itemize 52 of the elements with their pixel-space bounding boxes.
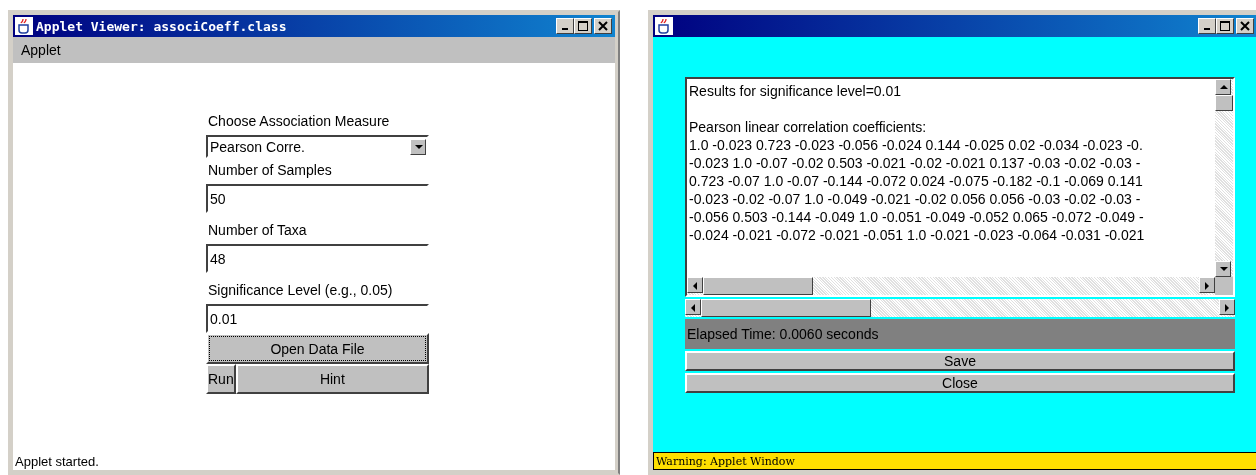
window-title: Applet Viewer: associCoeff.class <box>36 18 288 34</box>
maximize-icon <box>578 21 588 31</box>
result-line: -0.024 -0.021 -0.072 -0.021 -0.051 1.0 -0.021 -0.023 -0.064 -0.031 -0.021 <box>689 226 1146 244</box>
minimize-button[interactable] <box>1198 18 1216 34</box>
maximize-button[interactable] <box>1216 18 1234 34</box>
menu-item[interactable]: Applet <box>21 42 61 58</box>
input-field[interactable]: 48 <box>206 244 429 273</box>
close-icon <box>598 21 608 31</box>
maximize-button[interactable] <box>574 18 592 34</box>
java-cup-icon <box>655 17 673 35</box>
hint-button[interactable]: Hint <box>235 364 429 394</box>
maximize-icon <box>1220 21 1230 31</box>
minimize-button[interactable] <box>556 18 574 34</box>
close-button[interactable] <box>594 18 612 34</box>
vertical-scrollbar[interactable] <box>1215 79 1233 277</box>
horizontal-scrollbar[interactable] <box>685 299 1235 317</box>
run-button[interactable]: Run <box>206 364 236 394</box>
warning-bar: Warning: Applet Window <box>653 452 1256 470</box>
close-button[interactable] <box>1236 18 1254 34</box>
scroll-left-icon[interactable] <box>687 277 703 293</box>
close-button[interactable]: Close <box>685 373 1235 393</box>
status-text: Applet started. <box>14 454 100 469</box>
measure-dropdown[interactable]: Pearson Corre. <box>206 135 429 158</box>
java-cup-icon <box>15 17 33 35</box>
scroll-right-icon[interactable] <box>1199 277 1215 293</box>
scroll-up-icon[interactable] <box>1215 79 1231 95</box>
field-label: Number of Taxa <box>207 221 308 240</box>
elapsed-time: Elapsed Time: 0.0060 seconds <box>685 319 1235 349</box>
result-line: 1.0 -0.023 0.723 -0.023 -0.056 -0.024 0.144 -0.025 0.02 -0.034 -0.023 -0. <box>689 136 1144 154</box>
field-label: Significance Level (e.g., 0.05) <box>207 281 394 300</box>
results-text-area[interactable] <box>685 77 1235 297</box>
field-label: Number of Samples <box>207 161 333 180</box>
scroll-right-icon[interactable] <box>1219 299 1235 315</box>
result-line: -0.023 1.0 -0.07 -0.02 0.503 -0.021 -0.02 -0.021 0.137 -0.03 -0.02 -0.03 - <box>689 154 1142 172</box>
scroll-left-icon[interactable] <box>685 299 701 315</box>
result-line: 0.723 -0.07 1.0 -0.07 -0.144 -0.072 0.024 -0.075 -0.182 -0.1 -0.069 0.141 <box>689 172 1144 190</box>
scroll-down-icon[interactable] <box>1215 261 1231 277</box>
result-line: Pearson linear correlation coefficients: <box>689 118 928 136</box>
scroll-thumb[interactable] <box>701 299 871 317</box>
input-field[interactable]: 50 <box>206 184 429 213</box>
save-button[interactable]: Save <box>685 351 1235 371</box>
input-field[interactable]: 0.01 <box>206 304 429 333</box>
field-label: Choose Association Measure <box>207 112 391 131</box>
scroll-thumb[interactable] <box>1215 95 1233 111</box>
open-file-button[interactable]: Open Data File <box>206 333 429 364</box>
result-line: -0.023 -0.02 -0.07 1.0 -0.049 -0.021 -0.02 0.056 0.056 -0.03 -0.02 -0.03 - <box>689 190 1142 208</box>
scrollbar-corner <box>1215 277 1233 295</box>
result-heading: Results for significance level=0.01 <box>689 82 903 100</box>
scroll-thumb[interactable] <box>703 277 813 295</box>
horizontal-scrollbar[interactable] <box>687 277 1215 295</box>
result-line: -0.056 0.503 -0.144 -0.049 1.0 -0.051 -0.049 -0.052 0.065 -0.072 -0.049 - <box>689 208 1145 226</box>
close-icon <box>1240 21 1250 31</box>
